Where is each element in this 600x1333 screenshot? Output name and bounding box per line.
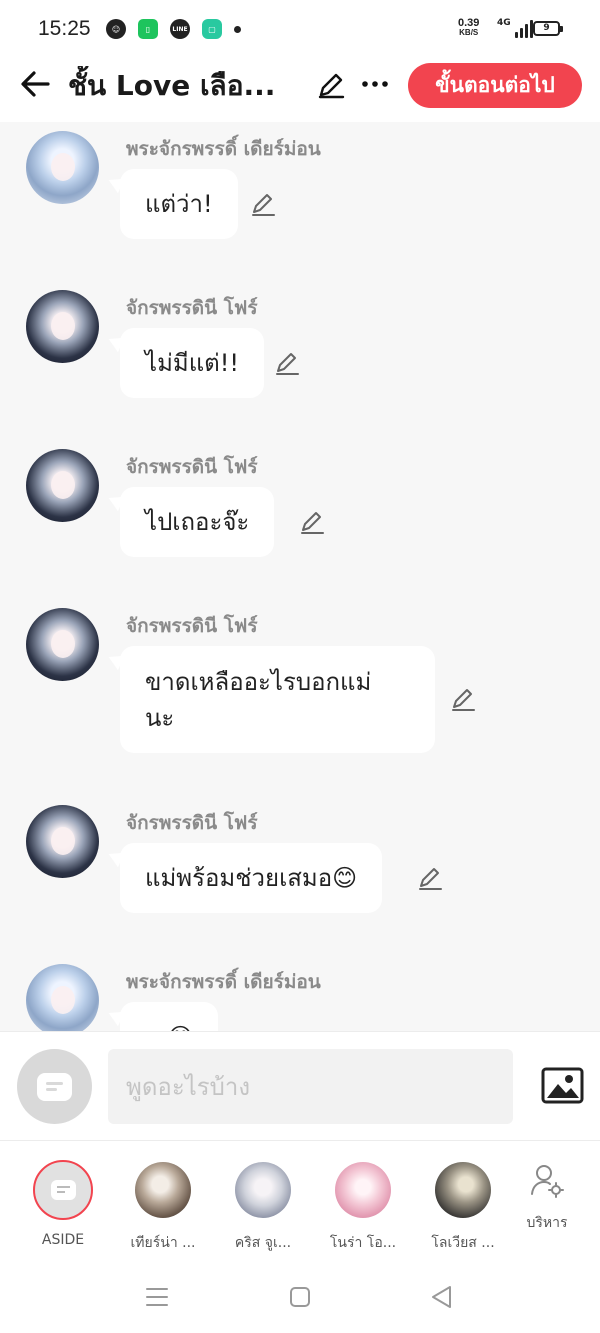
character-label: โนร่า โอ... <box>329 1235 397 1251</box>
chat-app-icon: ▢ <box>202 19 222 39</box>
message-bubble[interactable]: ไปเถอะจ๊ะ <box>120 487 275 557</box>
status-bar: 15:25 ☺ ▯ LINE ▢ 0.39 KB/S 4G 9 <box>0 0 600 60</box>
message-bubble[interactable]: แม่พร้อมช่วยเสมอ😊 <box>120 843 383 913</box>
manage-characters-button[interactable]: บริหาร <box>502 1164 592 1234</box>
sender-avatar[interactable] <box>26 964 99 1032</box>
sender-name: จักรพรรดินี โฟร์ <box>126 456 258 478</box>
edit-title-icon[interactable] <box>316 70 346 100</box>
character-label: คริส จูเ... <box>234 1235 292 1251</box>
more-icon[interactable] <box>360 72 390 96</box>
sender-avatar[interactable] <box>26 608 99 681</box>
character-label: โลเวียส ... <box>431 1235 495 1251</box>
chat-message-list[interactable]: พระจักรพรรดิ์ เดียร์ม่อน แต่ว่า! จักรพรร… <box>0 122 600 1032</box>
net-speed: 0.39 KB/S <box>458 18 479 38</box>
character-item[interactable]: คริส จูเ... <box>218 1162 308 1254</box>
manage-user-icon <box>531 1165 564 1198</box>
sender-name: จักรพรรดินี โฟร์ <box>126 615 258 637</box>
sender-avatar[interactable] <box>26 449 99 522</box>
sender-name: พระจักรพรรดิ์ เดียร์ม่อน <box>126 138 321 160</box>
dot-icon <box>234 25 241 33</box>
edit-message-icon[interactable] <box>417 865 443 891</box>
character-avatar <box>335 1162 391 1218</box>
line-app-icon: LINE <box>170 19 190 39</box>
green-app-icon: ▯ <box>138 19 158 39</box>
message-bubble[interactable]: ไม่มีแต่!! <box>120 328 265 398</box>
menu-icon[interactable] <box>144 1284 170 1310</box>
sender-avatar[interactable] <box>26 290 99 363</box>
home-icon[interactable] <box>287 1284 313 1310</box>
system-nav-bar <box>0 1260 600 1333</box>
chat-bubble-icon <box>37 1073 72 1101</box>
sender-name: จักรพรรดินี โฟร์ <box>126 297 258 319</box>
character-item[interactable]: เทียร์น่า ... <box>118 1162 208 1254</box>
ghost-icon: ☺ <box>106 19 126 39</box>
signal-icon: 4G <box>497 18 533 38</box>
edit-message-icon[interactable] <box>250 191 276 217</box>
message-composer <box>0 1031 600 1141</box>
page-title: ชั้น Love เลือ... <box>68 69 276 102</box>
message-bubble[interactable]: แต่ว่า! <box>120 169 238 239</box>
edit-message-icon[interactable] <box>274 350 300 376</box>
character-avatar <box>135 1162 191 1218</box>
sender-name: พระจักรพรรดิ์ เดียร์ม่อน <box>126 971 321 993</box>
aside-avatar <box>33 1160 93 1220</box>
edit-message-icon[interactable] <box>299 509 325 535</box>
aside-mode-button[interactable] <box>17 1049 92 1124</box>
sender-name: จักรพรรดินี โฟร์ <box>126 812 258 834</box>
character-label: เทียร์น่า ... <box>130 1235 196 1251</box>
character-selector: ASIDE เทียร์น่า ... คริส จูเ... โนร่า โอ… <box>0 1142 600 1260</box>
notification-icons: ☺ ▯ LINE ▢ <box>106 19 241 39</box>
sender-avatar[interactable] <box>26 805 99 878</box>
image-icon[interactable] <box>541 1067 584 1104</box>
network-type: 4G <box>497 18 511 28</box>
character-avatar <box>235 1162 291 1218</box>
header: ชั้น Love เลือ... ขั้นตอนต่อไป <box>0 60 600 122</box>
character-item[interactable]: โนร่า โอ... <box>318 1162 408 1254</box>
message-input[interactable] <box>108 1049 513 1124</box>
character-label: ASIDE <box>41 1232 85 1248</box>
sender-avatar[interactable] <box>26 131 99 204</box>
message-bubble[interactable]: ขาดเหลืออะไรบอกแม่นะ <box>120 646 435 753</box>
character-item[interactable]: โลเวียส ... <box>418 1162 508 1254</box>
back-triangle-icon[interactable] <box>429 1284 455 1310</box>
battery-icon: 9 <box>533 21 563 36</box>
message-bubble[interactable]: ...😊 <box>120 1002 218 1032</box>
character-label: บริหาร <box>526 1215 568 1231</box>
character-avatar <box>435 1162 491 1218</box>
next-step-button[interactable]: ขั้นตอนต่อไป <box>408 63 582 108</box>
character-aside[interactable]: ASIDE <box>18 1160 108 1248</box>
status-time: 15:25 <box>38 17 91 40</box>
net-speed-unit: KB/S <box>459 28 479 37</box>
back-arrow-icon[interactable] <box>18 66 54 102</box>
edit-message-icon[interactable] <box>450 686 476 712</box>
